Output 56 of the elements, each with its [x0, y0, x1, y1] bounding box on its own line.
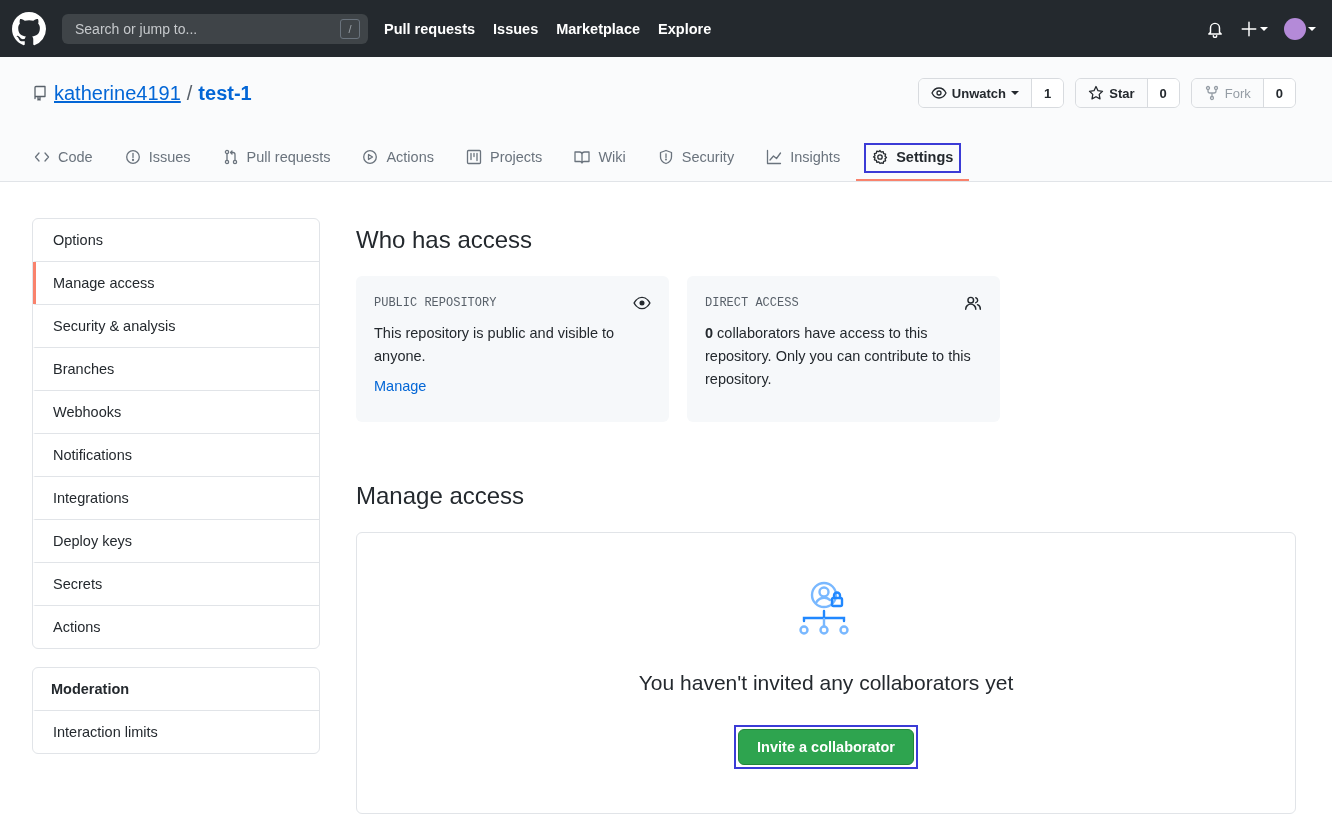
section-title: Manage access — [356, 482, 526, 510]
nav-link[interactable]: Issues — [493, 20, 539, 37]
issue-icon — [124, 149, 141, 165]
repo-tab[interactable]: Actions — [346, 135, 450, 181]
sidebar-item[interactable]: Deploy keys — [33, 519, 319, 562]
plus-icon — [1240, 19, 1258, 38]
nav-link[interactable]: Explore — [658, 20, 712, 37]
settings-icon — [872, 149, 889, 165]
sidebar-item[interactable]: Security & analysis — [33, 304, 319, 347]
avatar[interactable] — [1284, 17, 1306, 40]
eye-icon — [633, 294, 651, 312]
card-title: PUBLIC REPOSITORY — [374, 296, 497, 310]
eye-icon — [930, 85, 947, 101]
section-title: Who has access — [356, 226, 534, 254]
menu-heading: Moderation — [50, 680, 131, 699]
people-icon — [964, 294, 982, 312]
sidebar-item[interactable]: Manage access — [33, 261, 319, 304]
fork-icon — [1203, 85, 1220, 101]
path-separator: / — [186, 81, 193, 105]
repo-tab[interactable]: Projects — [450, 135, 559, 181]
sidebar-item[interactable]: Notifications — [33, 433, 319, 476]
sidebar-item[interactable]: Interaction limits — [33, 710, 319, 753]
project-board-icon — [466, 149, 482, 165]
repo-name-link[interactable]: test-1 — [198, 81, 252, 105]
book-icon — [574, 149, 591, 165]
manage-link[interactable]: Manage — [374, 378, 651, 394]
sidebar-item[interactable]: Options — [33, 219, 319, 261]
sidebar-item[interactable]: Actions — [33, 605, 319, 648]
count-label[interactable]: 1 — [1031, 79, 1064, 107]
shortcut-key: / — [340, 18, 360, 39]
nav-link[interactable]: Pull requests — [384, 20, 476, 37]
play-icon — [362, 149, 379, 165]
nav-link[interactable]: Marketplace — [556, 20, 641, 37]
repo-tab[interactable]: Pull requests — [206, 135, 347, 181]
repo-tab[interactable]: Wiki — [558, 135, 642, 181]
empty-state-message: You haven't invited any collaborators yet — [638, 671, 1014, 695]
sidebar-item[interactable]: Branches — [33, 347, 319, 390]
shield-icon — [657, 149, 674, 165]
pull-request-icon — [222, 149, 239, 165]
graph-icon — [766, 149, 783, 165]
repo-tab[interactable]: Insights — [750, 135, 857, 181]
repo-icon — [32, 85, 48, 101]
repo-tab[interactable]: Settings — [856, 135, 970, 181]
sidebar-item[interactable]: Webhooks — [33, 390, 319, 433]
star-icon — [1088, 85, 1105, 101]
repo-tab[interactable]: Security — [641, 135, 751, 181]
card-text: 0 collaborators have access to this repository. Only you can contribute to this repository. — [705, 324, 972, 389]
sidebar-item[interactable]: Secrets — [33, 562, 319, 605]
owner-link[interactable]: katherine4191 — [54, 81, 181, 105]
octocat-logo[interactable] — [12, 11, 46, 46]
sidebar-item[interactable]: Integrations — [33, 476, 319, 519]
repo-tab[interactable]: Code — [18, 135, 109, 181]
repo-tab[interactable]: Issues — [108, 135, 207, 181]
card-title: DIRECT ACCESS — [705, 296, 799, 310]
count-label[interactable]: 0 — [1146, 79, 1179, 107]
card-text: This repository is public and visible to anyone. — [374, 324, 616, 366]
